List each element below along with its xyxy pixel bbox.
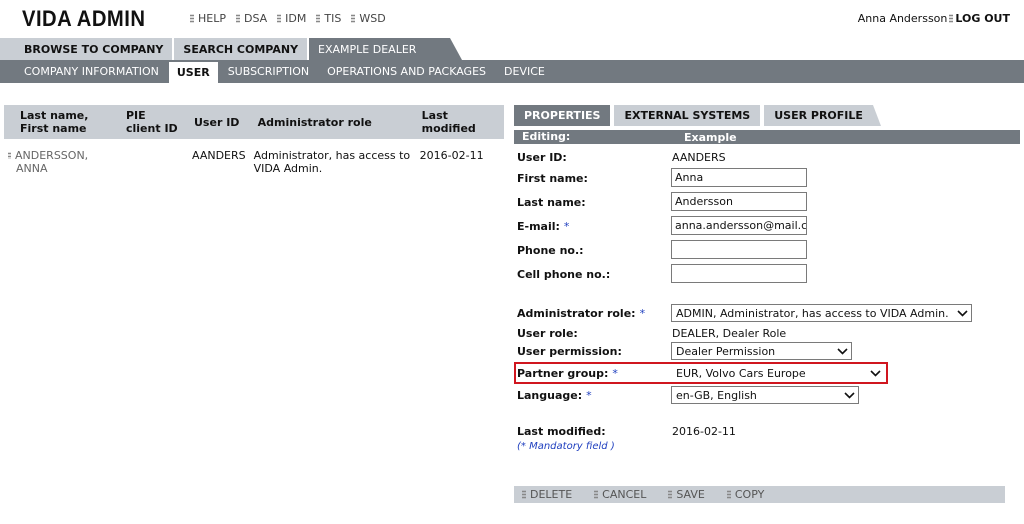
user-area: Anna Andersson LOG OUT: [858, 12, 1010, 25]
partner-group-highlight-box: [514, 362, 888, 384]
column-header-pie-client-id[interactable]: PIE client ID: [120, 105, 188, 139]
language-row: Language: * en-GB, English: [514, 386, 1020, 406]
column-header-user-id[interactable]: User ID: [188, 105, 250, 139]
column-header-name[interactable]: Last name, First name: [4, 105, 120, 139]
cell-phone-label: Cell phone no.:: [517, 268, 611, 281]
admin-role-select[interactable]: ADMIN, Administrator, has access to VIDA…: [671, 304, 972, 322]
user-list-table: Last name, First name PIE client ID User…: [4, 105, 504, 179]
dots-icon: [351, 14, 356, 23]
idm-link[interactable]: IDM: [277, 12, 306, 25]
dots-icon: [190, 14, 194, 23]
phone-field[interactable]: [671, 240, 807, 259]
dots-icon: [235, 14, 240, 23]
user-permission-row: User permission: Dealer Permission: [514, 342, 1020, 362]
tab-external-systems[interactable]: EXTERNAL SYSTEMS: [614, 105, 761, 126]
first-name-field[interactable]: Anna: [671, 168, 807, 187]
tab-device[interactable]: DEVICE: [496, 60, 553, 83]
chevron-down-icon: [844, 392, 855, 399]
delete-button[interactable]: DELETE: [522, 488, 572, 501]
cell-phone-field[interactable]: [671, 264, 807, 283]
tab-user[interactable]: USER: [168, 62, 218, 83]
app-logo: VIDA ADMIN: [22, 6, 146, 31]
help-link[interactable]: HELP: [190, 12, 226, 25]
table-header-row: Last name, First name PIE client ID User…: [4, 105, 504, 139]
chevron-down-icon: [837, 348, 848, 355]
tab-subscription[interactable]: SUBSCRIPTION: [220, 60, 317, 83]
panel-tabs: PROPERTIES EXTERNAL SYSTEMS USER PROFILE: [514, 105, 1020, 126]
dots-icon: [594, 490, 599, 499]
user-permission-select[interactable]: Dealer Permission: [671, 342, 852, 360]
cell-admin-role: Administrator, has access to VIDA Admin.: [253, 149, 411, 175]
user-permission-label: User permission:: [517, 345, 622, 358]
column-header-last-modified[interactable]: Last modified: [415, 105, 504, 139]
editing-value: Example: [684, 131, 737, 144]
logout-link[interactable]: LOG OUT: [955, 12, 1010, 25]
properties-panel: PROPERTIES EXTERNAL SYSTEMS USER PROFILE…: [514, 105, 1020, 144]
last-name-label: Last name:: [517, 196, 586, 209]
tab-properties[interactable]: PROPERTIES: [514, 105, 611, 126]
dots-icon: [8, 152, 11, 159]
admin-role-label: Administrator role: *: [517, 307, 646, 320]
primary-tabs: BROWSE TO COMPANY SEARCH COMPANY EXAMPLE…: [0, 38, 463, 60]
user-role-value: DEALER, Dealer Role: [672, 327, 787, 340]
last-modified-row: Last modified: 2016-02-11: [514, 422, 1020, 442]
tab-browse-to-company[interactable]: BROWSE TO COMPANY: [0, 38, 173, 60]
top-links: HELP DSA IDM TIS WSD: [190, 12, 396, 25]
mandatory-field-note: (* Mandatory field ): [517, 441, 615, 452]
user-id-value: AANDERS: [672, 151, 726, 164]
wsd-link[interactable]: WSD: [351, 12, 386, 25]
admin-role-row: Administrator role: * ADMIN, Administrato…: [514, 304, 1020, 324]
phone-label: Phone no.:: [517, 244, 584, 257]
email-row: E-mail:* anna.andersson@mail.com: [514, 216, 1020, 236]
table-row[interactable]: ANDERSSON, ANNA AANDERS Administrator, h…: [4, 139, 504, 179]
editing-bar: Editing: Example: [514, 130, 1020, 144]
cell-name[interactable]: ANDERSSON, ANNA: [4, 139, 120, 179]
first-name-label: First name:: [517, 172, 588, 185]
last-name-row: Last name: Andersson: [514, 192, 1020, 212]
dots-icon: [277, 14, 282, 23]
column-header-admin-role[interactable]: Administrator role: [249, 105, 416, 139]
last-modified-label: Last modified:: [517, 425, 606, 438]
dots-icon: [726, 490, 731, 499]
tab-example-dealer[interactable]: EXAMPLE DEALER: [309, 38, 463, 60]
dots-icon: [668, 490, 673, 499]
cell-pie-client-id: [120, 139, 188, 179]
cell-last-modified: 2016-02-11: [419, 149, 484, 162]
dots-icon: [949, 14, 954, 23]
required-marker: *: [639, 307, 646, 320]
first-name-row: First name: Anna: [514, 168, 1020, 188]
save-button[interactable]: SAVE: [668, 488, 705, 501]
last-name-field[interactable]: Andersson: [671, 192, 807, 211]
secondary-tabs: COMPANY INFORMATION USER SUBSCRIPTION OP…: [0, 60, 1024, 83]
tab-user-profile[interactable]: USER PROFILE: [764, 105, 881, 126]
user-id-label: User ID:: [517, 151, 567, 164]
cell-phone-row: Cell phone no.:: [514, 264, 1020, 284]
email-label: E-mail: *: [517, 220, 570, 233]
email-field[interactable]: anna.andersson@mail.com: [671, 216, 807, 235]
chevron-down-icon: [957, 310, 968, 317]
user-id-row: User ID: AANDERS: [514, 148, 1020, 168]
dots-icon: [522, 490, 526, 499]
tis-link[interactable]: TIS: [316, 12, 341, 25]
last-modified-value: 2016-02-11: [672, 425, 736, 438]
dots-icon: [316, 14, 321, 23]
language-label: Language: *: [517, 389, 592, 402]
required-marker: *: [563, 220, 570, 233]
required-marker: *: [586, 389, 592, 402]
phone-row: Phone no.:: [514, 240, 1020, 260]
copy-button[interactable]: COPY: [726, 488, 764, 501]
language-select[interactable]: en-GB, English: [671, 386, 859, 404]
dsa-link[interactable]: DSA: [235, 12, 267, 25]
user-role-label: User role:: [517, 327, 578, 340]
editing-label: Editing:: [522, 130, 571, 143]
cell-user-id: AANDERS: [192, 149, 246, 162]
tab-search-company[interactable]: SEARCH COMPANY: [174, 38, 308, 60]
user-name: Anna Andersson: [857, 12, 948, 25]
tab-company-information[interactable]: COMPANY INFORMATION: [16, 60, 167, 83]
action-bar: DELETE CANCEL SAVE COPY: [514, 486, 1005, 503]
user-role-row: User role: DEALER, Dealer Role: [514, 324, 1020, 344]
tab-operations-and-packages[interactable]: OPERATIONS AND PACKAGES: [319, 60, 494, 83]
cancel-button[interactable]: CANCEL: [594, 488, 646, 501]
